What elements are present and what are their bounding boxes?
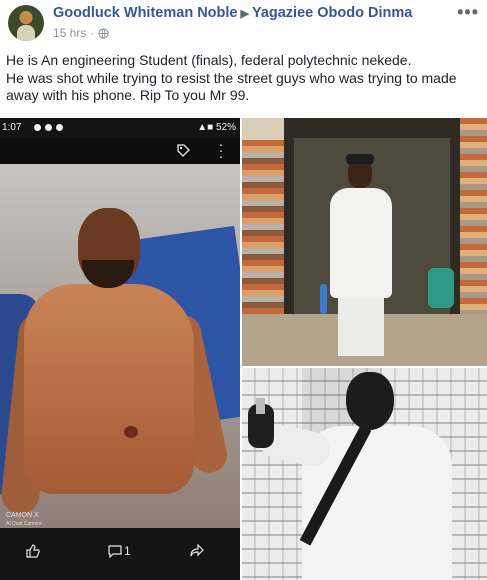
post-text: He is An engineering Student (finals), f… <box>6 52 482 105</box>
camera-watermark: CAMON X AI Dual Camera <box>6 512 42 527</box>
phone-status-bar: 1:07 ▲■ 52% <box>0 118 240 138</box>
status-battery: ▲■ 52% <box>197 122 236 133</box>
kebab-menu-icon[interactable]: · · · <box>218 137 224 163</box>
post-meta: 15 hrs · <box>53 26 109 40</box>
post-text-line: He was shot while trying to resist the s… <box>6 69 457 104</box>
post-header: Goodluck Whiteman Noble ▶ Yagaziee Obodo D… <box>0 0 487 44</box>
globe-icon <box>98 27 109 39</box>
author-name-link[interactable]: Goodluck Whiteman Noble <box>53 5 237 21</box>
image-viewer-toolbar: · · · <box>0 137 240 164</box>
victim-photo: CAMON X AI Dual Camera <box>0 164 240 528</box>
photo-portrait-doorway[interactable] <box>242 118 487 366</box>
like-button[interactable] <box>26 544 40 558</box>
meta-separator: · <box>90 26 95 40</box>
notification-dots <box>34 124 63 131</box>
thumbs-up-icon <box>26 544 40 558</box>
comment-icon <box>108 544 122 558</box>
photo-phone-screenshot[interactable]: 1:07 ▲■ 52% · · · CAMON X AI Dual Camera 1 <box>0 118 240 580</box>
comment-button[interactable]: 1 <box>108 544 131 558</box>
author-avatar[interactable] <box>8 5 44 41</box>
post-names: Goodluck Whiteman Noble ▶ Yagaziee Obodo D… <box>53 5 412 21</box>
image-viewer-actions: 1 <box>0 528 240 580</box>
status-time: 1:07 <box>2 122 22 133</box>
post-timestamp[interactable]: 15 hrs <box>53 26 86 40</box>
more-options-button[interactable]: ••• <box>457 2 479 23</box>
post-text-line: He is An engineering Student (finals), f… <box>6 52 412 68</box>
caret-right-icon: ▶ <box>240 8 249 20</box>
photo-portrait-bw[interactable] <box>242 368 487 580</box>
comment-count: 1 <box>124 544 131 558</box>
share-button[interactable] <box>190 544 204 557</box>
tag-icon[interactable] <box>176 143 190 157</box>
share-icon <box>190 544 204 557</box>
target-name-link[interactable]: Yagaziee Obodo Dinma <box>252 5 412 21</box>
